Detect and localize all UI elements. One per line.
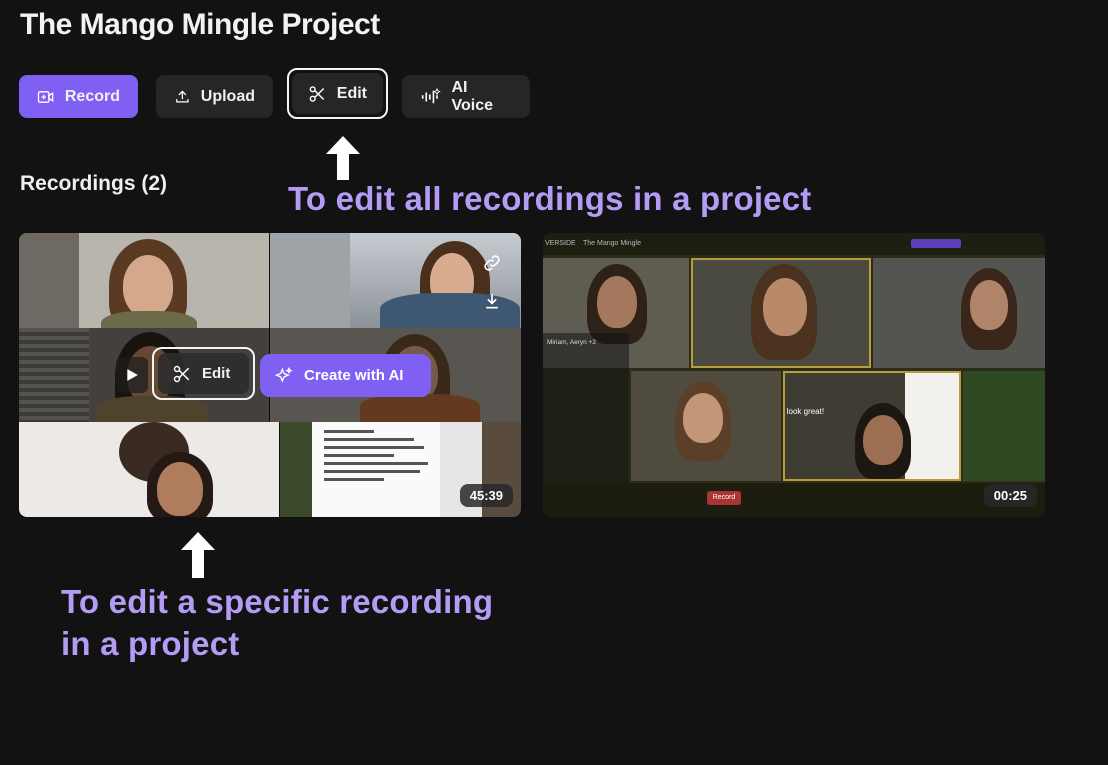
edit-recording-highlight: Edit xyxy=(152,347,255,400)
recording-card[interactable]: VERSIDE The Mango Mingle Miriam, Aeryn +… xyxy=(543,233,1045,517)
video-tile xyxy=(873,258,1045,368)
video-tile xyxy=(963,371,1045,481)
chat-panel: Miriam, Aeryn +2 xyxy=(543,333,629,483)
caption-text: You look great! xyxy=(785,407,825,416)
sparkles-icon xyxy=(274,366,293,383)
scissors-icon xyxy=(173,365,190,382)
edit-recording-label: Edit xyxy=(202,365,231,382)
recordings-heading: Recordings (2) xyxy=(20,172,168,195)
record-label: Record xyxy=(64,87,120,105)
play-icon xyxy=(127,369,138,381)
annotation-line-1: To edit a specific recording xyxy=(61,583,494,620)
upload-icon xyxy=(176,90,189,103)
link-icon[interactable] xyxy=(479,250,505,276)
meeting-controls: Record xyxy=(543,483,1045,517)
download-icon[interactable] xyxy=(479,288,505,314)
scissors-icon xyxy=(309,85,325,102)
duration-badge: 00:25 xyxy=(983,484,1037,507)
upload-button[interactable]: Upload xyxy=(156,75,273,118)
video-tile xyxy=(19,422,279,517)
annotation-line-2: in a project xyxy=(61,625,240,662)
annotation-edit-all: To edit all recordings in a project xyxy=(288,180,812,217)
record-chip: Record xyxy=(707,491,741,505)
duration-badge: 45:39 xyxy=(459,484,513,507)
edit-recording-button[interactable]: Edit xyxy=(158,353,249,394)
recording-card[interactable]: Edit Create with AI 45:39 xyxy=(19,233,521,517)
ai-voice-button[interactable]: AI Voice xyxy=(402,75,530,118)
ai-voice-label: AI Voice xyxy=(451,78,493,114)
brand-text: VERSIDE xyxy=(545,240,576,247)
ai-voice-icon xyxy=(421,87,441,103)
arrow-up-icon xyxy=(326,136,360,180)
create-with-ai-button[interactable]: Create with AI xyxy=(260,354,431,397)
video-tile xyxy=(631,371,781,481)
camera-plus-icon xyxy=(37,90,54,103)
edit-project-button[interactable]: Edit xyxy=(292,73,383,114)
meeting-topbar: VERSIDE The Mango Mingle xyxy=(543,233,1045,255)
arrow-up-icon xyxy=(181,532,215,578)
edit-label: Edit xyxy=(336,84,367,102)
annotation-edit-specific: To edit a specific recording in a projec… xyxy=(61,581,581,665)
play-button[interactable] xyxy=(116,357,148,393)
video-tile: You look great! xyxy=(783,371,961,481)
video-tile xyxy=(691,258,871,368)
edit-button-highlight: Edit xyxy=(287,68,388,119)
record-button[interactable]: Record xyxy=(19,75,138,118)
project-title: The Mango Mingle Project xyxy=(20,8,380,41)
video-tile xyxy=(19,233,269,328)
upload-label: Upload xyxy=(200,87,255,105)
meeting-title: The Mango Mingle xyxy=(583,240,641,247)
create-with-ai-label: Create with AI xyxy=(304,367,404,384)
